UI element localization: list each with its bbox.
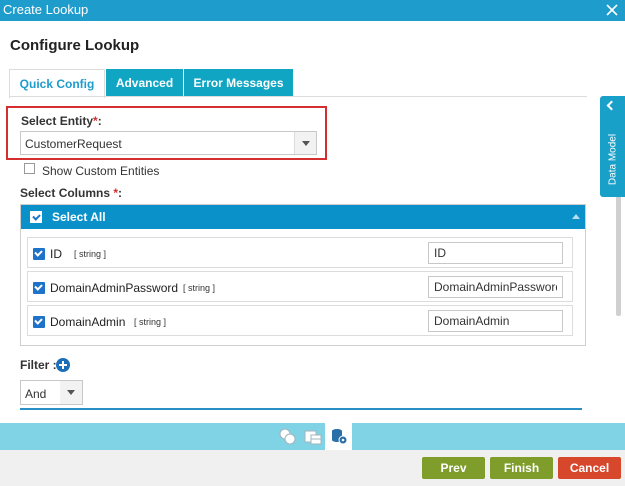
label-suffix: : xyxy=(97,114,102,128)
window-titlebar: Create Lookup xyxy=(0,0,625,21)
chevron-left-icon xyxy=(606,100,617,111)
column-type: [ string ] xyxy=(134,317,167,327)
column-alias-input[interactable] xyxy=(428,310,563,332)
column-checkbox[interactable] xyxy=(33,248,45,260)
select-columns-label-text: Select Columns xyxy=(20,186,114,200)
select-entity-label-text: Select Entity xyxy=(21,114,94,128)
filter-operator-toggle[interactable] xyxy=(60,381,82,404)
finish-button[interactable]: Finish xyxy=(490,457,553,479)
tab-label: Advanced xyxy=(115,76,174,90)
check-icon xyxy=(34,282,43,291)
check-icon xyxy=(34,248,43,257)
tab-label: Quick Config xyxy=(19,77,95,91)
label-suffix: : xyxy=(118,186,123,200)
column-row: DomainAdmin [ string ] xyxy=(27,305,573,336)
collapse-caret-icon[interactable] xyxy=(572,214,580,219)
chevron-down-icon xyxy=(302,141,310,146)
column-name: DomainAdmin xyxy=(50,315,126,329)
tab-divider xyxy=(9,96,587,97)
chevron-down-icon xyxy=(67,390,75,395)
filter-operator-select[interactable]: And xyxy=(20,380,83,405)
select-all-bar[interactable]: Select All xyxy=(21,205,585,229)
tab-label: Error Messages xyxy=(193,76,284,90)
prev-button[interactable]: Prev xyxy=(422,457,485,479)
select-entity-label: Select Entity*: xyxy=(21,114,102,128)
tab-quick-config[interactable]: Quick Config xyxy=(9,69,105,98)
column-name: DomainAdminPassword xyxy=(50,281,179,295)
table-icon[interactable] xyxy=(303,426,323,446)
entity-icon[interactable] xyxy=(277,426,297,446)
page-title: Configure Lookup xyxy=(10,37,140,54)
entity-select[interactable]: CustomerRequest xyxy=(20,131,317,155)
select-all-label: Select All xyxy=(52,210,106,224)
plus-vertical xyxy=(62,361,64,369)
check-icon xyxy=(32,212,41,221)
column-type: [ string ] xyxy=(74,249,107,259)
tab-error-messages[interactable]: Error Messages xyxy=(184,69,293,97)
data-model-tab[interactable]: Data Model xyxy=(600,96,625,197)
column-alias-input[interactable] xyxy=(428,276,563,298)
tab-advanced[interactable]: Advanced xyxy=(106,69,183,97)
show-custom-entities-checkbox[interactable] xyxy=(24,163,35,174)
entity-select-toggle[interactable] xyxy=(294,132,316,154)
filter-label: Filter : xyxy=(20,358,57,372)
column-name: ID xyxy=(50,247,62,261)
select-columns-label: Select Columns *: xyxy=(20,186,122,200)
column-alias-input[interactable] xyxy=(428,242,563,264)
add-filter-icon[interactable] xyxy=(56,358,70,372)
column-checkbox[interactable] xyxy=(33,316,45,328)
select-all-checkbox[interactable] xyxy=(30,211,42,223)
close-icon[interactable] xyxy=(604,1,620,19)
entity-select-value: CustomerRequest xyxy=(25,137,122,151)
check-icon xyxy=(34,316,43,325)
filter-operator-value: And xyxy=(25,387,47,401)
columns-panel: Select All ID [ string ] DomainAdminPass… xyxy=(20,204,586,346)
column-row: DomainAdminPassword [ string ] xyxy=(27,271,573,302)
cancel-button[interactable]: Cancel xyxy=(558,457,621,479)
data-model-label: Data Model xyxy=(607,133,619,186)
column-type: [ string ] xyxy=(183,283,216,293)
filter-divider xyxy=(20,408,582,410)
window-title: Create Lookup xyxy=(3,2,89,17)
show-custom-entities-label: Show Custom Entities xyxy=(42,164,160,178)
column-checkbox[interactable] xyxy=(33,282,45,294)
column-row: ID [ string ] xyxy=(27,237,573,268)
database-settings-icon[interactable] xyxy=(329,426,349,446)
